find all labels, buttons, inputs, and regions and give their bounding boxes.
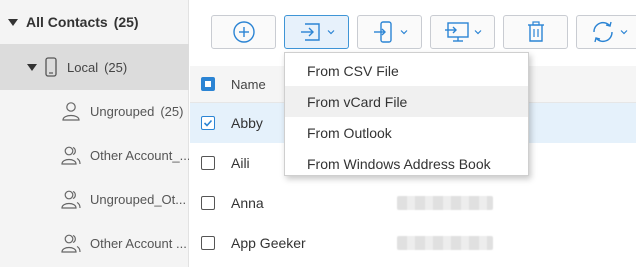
menu-item-from-csv[interactable]: From CSV File [285, 55, 528, 86]
all-contacts-count: (25) [113, 14, 139, 30]
row-checkbox[interactable] [201, 116, 215, 130]
delete-button[interactable] [503, 15, 568, 49]
import-icon [300, 23, 320, 41]
import-dropdown-menu: From CSV File From vCard File From Outlo… [284, 52, 529, 176]
select-all-checkbox[interactable] [201, 77, 215, 91]
group-label: Ungrouped [90, 103, 155, 119]
all-contacts-label: All Contacts [26, 14, 108, 30]
sync-button[interactable] [576, 15, 636, 49]
delete-icon [527, 21, 544, 42]
sidebar: All Contacts (25) Local (25) Ungrouped (… [0, 0, 189, 267]
chevron-down-icon [327, 30, 334, 35]
group-label: Ungrouped_Ot... [90, 191, 187, 207]
phone-icon [45, 57, 57, 77]
contact-name: Abby [231, 115, 263, 131]
redacted-phone [397, 196, 493, 210]
person-icon [60, 100, 82, 122]
row-checkbox[interactable] [201, 156, 215, 170]
tree-local[interactable]: Local (25) [0, 44, 189, 90]
table-row[interactable]: App Geeker [190, 223, 636, 263]
redacted-phone [397, 236, 493, 250]
export-to-computer-icon [444, 22, 469, 42]
add-contact-button[interactable] [211, 15, 276, 49]
contact-name: App Geeker [231, 235, 306, 251]
contact-name: Anna [231, 195, 264, 211]
sync-icon [592, 21, 613, 43]
export-to-device-button[interactable] [357, 15, 422, 49]
menu-item-from-vcard[interactable]: From vCard File [285, 86, 528, 117]
expand-caret-icon[interactable] [27, 63, 37, 71]
chevron-down-icon [620, 30, 627, 35]
table-row[interactable]: Anna [190, 183, 636, 223]
row-checkbox[interactable] [201, 196, 215, 210]
checkmark-icon [203, 119, 213, 127]
group-count: (25) [160, 103, 184, 119]
export-to-computer-button[interactable] [430, 15, 495, 49]
group-label: Other Account ... [90, 235, 187, 251]
group-item-other-account-1[interactable]: Other Account_... [0, 133, 189, 177]
group-label: Other Account_... [90, 147, 189, 163]
expand-caret-icon[interactable] [8, 18, 18, 26]
menu-item-from-windows-address-book[interactable]: From Windows Address Book [285, 148, 528, 179]
group-item-ungrouped-other[interactable]: Ungrouped_Ot... [0, 177, 189, 221]
import-button[interactable] [284, 15, 349, 49]
local-count: (25) [104, 59, 128, 75]
people-icon [60, 188, 82, 210]
export-to-device-icon [373, 21, 392, 43]
contact-name: Aili [231, 155, 250, 171]
column-header-name[interactable]: Name [231, 77, 266, 92]
people-icon [60, 232, 82, 254]
row-checkbox[interactable] [201, 236, 215, 250]
group-item-other-account-2[interactable]: Other Account ... [0, 221, 189, 265]
add-icon [232, 21, 255, 43]
chevron-down-icon [474, 30, 481, 35]
people-icon [60, 144, 82, 166]
group-item-ungrouped[interactable]: Ungrouped (25) [0, 89, 189, 133]
chevron-down-icon [400, 30, 407, 35]
tree-all-contacts[interactable]: All Contacts (25) [0, 8, 189, 36]
local-label: Local [67, 59, 99, 75]
menu-item-from-outlook[interactable]: From Outlook [285, 117, 528, 148]
